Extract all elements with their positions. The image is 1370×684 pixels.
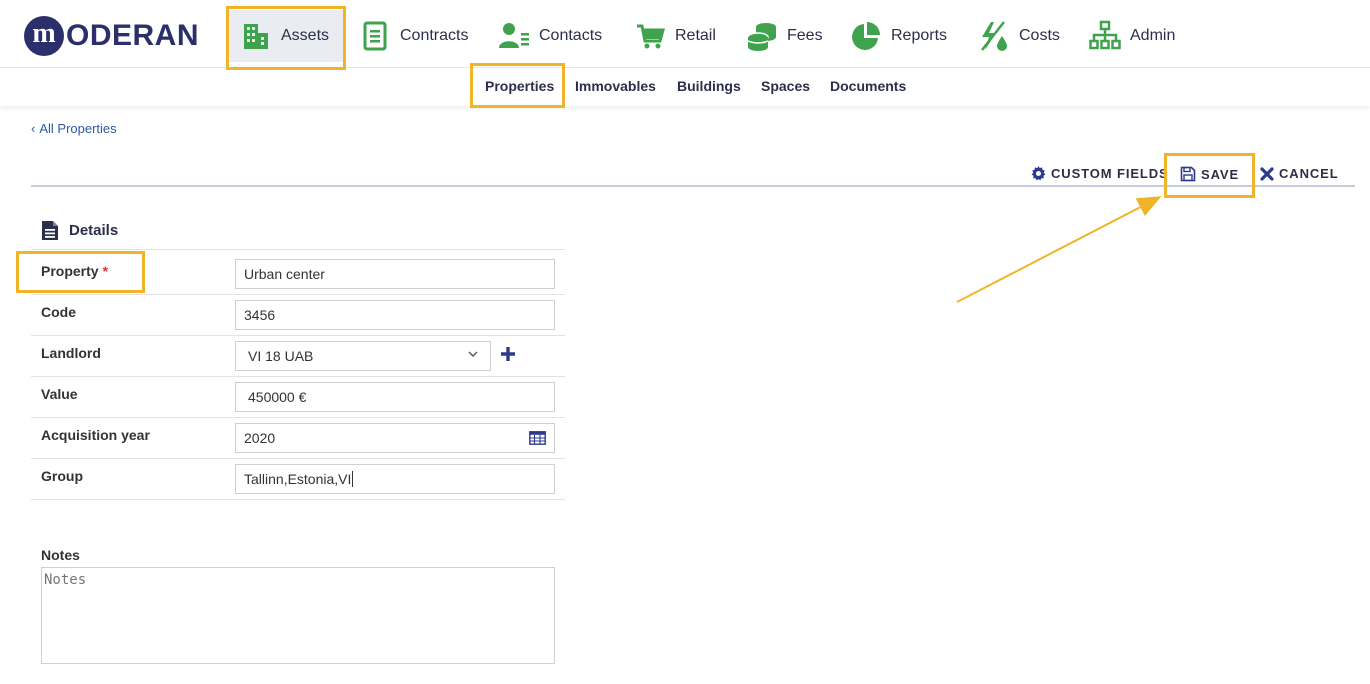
landlord-select[interactable]: VI 18 UAB — [235, 341, 491, 371]
gear-icon — [1031, 166, 1046, 181]
landlord-row: Landlord VI 18 UAB — [31, 335, 565, 376]
coins-icon — [745, 19, 779, 53]
acquisition-year-input[interactable]: 2020 — [235, 423, 555, 453]
nav-fees-label: Fees — [787, 27, 823, 44]
cancel-button[interactable]: CANCEL — [1260, 166, 1339, 181]
floppy-disk-icon — [1180, 166, 1196, 182]
cart-icon — [633, 19, 667, 53]
property-input[interactable]: Urban center — [235, 259, 555, 289]
close-icon — [1260, 166, 1274, 181]
tab-spaces[interactable]: Spaces — [761, 78, 810, 94]
acquisition-year-value: 2020 — [244, 430, 276, 446]
save-button[interactable]: SAVE — [1180, 166, 1239, 182]
nav-contacts[interactable]: Contacts — [497, 10, 602, 62]
property-label: Property * — [41, 263, 109, 279]
acquisition-year-label: Acquisition year — [41, 427, 150, 443]
landlord-selected-value: VI 18 UAB — [248, 348, 314, 364]
cancel-label: CANCEL — [1279, 166, 1339, 181]
nav-costs-label: Costs — [1019, 27, 1060, 44]
nav-admin[interactable]: Admin — [1088, 10, 1175, 62]
nav-retail-label: Retail — [675, 27, 716, 44]
tab-documents[interactable]: Documents — [830, 78, 906, 94]
save-label: SAVE — [1201, 166, 1240, 182]
group-input[interactable]: Tallinn,Estonia,VI — [235, 464, 555, 494]
logo-text: ODERAN — [66, 19, 200, 52]
add-landlord-plus-icon[interactable] — [500, 346, 516, 362]
value-row: Value 450000 € — [31, 376, 565, 417]
nav-assets[interactable]: Assets — [229, 10, 343, 62]
contacts-icon — [497, 19, 531, 53]
chevron-down-icon — [468, 351, 478, 357]
nav-contracts-label: Contracts — [400, 27, 469, 44]
details-bottom-divider — [31, 499, 565, 500]
back-to-all-properties-link[interactable]: ‹ All Properties — [31, 121, 117, 136]
calendar-icon[interactable] — [529, 431, 546, 445]
sitemap-icon — [1088, 19, 1122, 53]
building-icon — [239, 19, 273, 53]
property-row: Property * Urban center — [31, 249, 565, 290]
tab-properties[interactable]: Properties — [485, 78, 554, 94]
back-link-label: All Properties — [39, 121, 117, 136]
tab-buildings[interactable]: Buildings — [677, 78, 741, 94]
notes-textarea[interactable] — [41, 567, 555, 664]
value-input[interactable]: 450000 € — [235, 382, 555, 412]
code-row: Code 3456 — [31, 294, 565, 335]
value-label: Value — [41, 386, 78, 402]
logo-mark: m — [24, 16, 64, 56]
group-value: Tallinn,Estonia,VI — [244, 471, 352, 487]
custom-fields-button[interactable]: CUSTOM FIELDS — [1031, 166, 1169, 181]
moderan-logo[interactable]: m ODERAN — [24, 14, 199, 58]
nav-costs[interactable]: Costs — [977, 10, 1060, 62]
text-cursor — [352, 471, 354, 487]
tab-immovables[interactable]: Immovables — [575, 78, 656, 94]
required-marker: * — [102, 263, 109, 279]
landlord-label: Landlord — [41, 345, 101, 361]
sub-navigation: Properties Immovables Buildings Spaces D… — [0, 68, 1370, 106]
group-label: Group — [41, 468, 83, 484]
nav-retail[interactable]: Retail — [633, 10, 716, 62]
top-navigation: m ODERAN Assets Contracts Contacts Retai… — [0, 0, 1370, 68]
group-row: Group Tallinn,Estonia,VI — [31, 458, 565, 499]
details-section-title: Details — [41, 220, 118, 241]
document-icon — [358, 19, 392, 53]
action-divider — [31, 185, 1355, 187]
acquisition-year-row: Acquisition year 2020 — [31, 417, 565, 458]
details-title-label: Details — [69, 222, 119, 239]
notes-label: Notes — [41, 547, 80, 563]
nav-reports[interactable]: Reports — [849, 10, 947, 62]
custom-fields-label: CUSTOM FIELDS — [1051, 166, 1169, 181]
nav-admin-label: Admin — [1130, 27, 1176, 44]
chevron-left-icon: ‹ — [31, 121, 36, 136]
pie-chart-icon — [849, 19, 883, 53]
code-label: Code — [41, 304, 76, 320]
nav-assets-label: Assets — [281, 27, 330, 44]
nav-contracts[interactable]: Contracts — [358, 10, 468, 62]
file-text-icon — [42, 221, 58, 240]
code-input[interactable]: 3456 — [235, 300, 555, 330]
nav-contacts-label: Contacts — [539, 27, 603, 44]
nav-reports-label: Reports — [891, 27, 948, 44]
utilities-icon — [977, 19, 1011, 53]
nav-fees[interactable]: Fees — [745, 10, 823, 62]
